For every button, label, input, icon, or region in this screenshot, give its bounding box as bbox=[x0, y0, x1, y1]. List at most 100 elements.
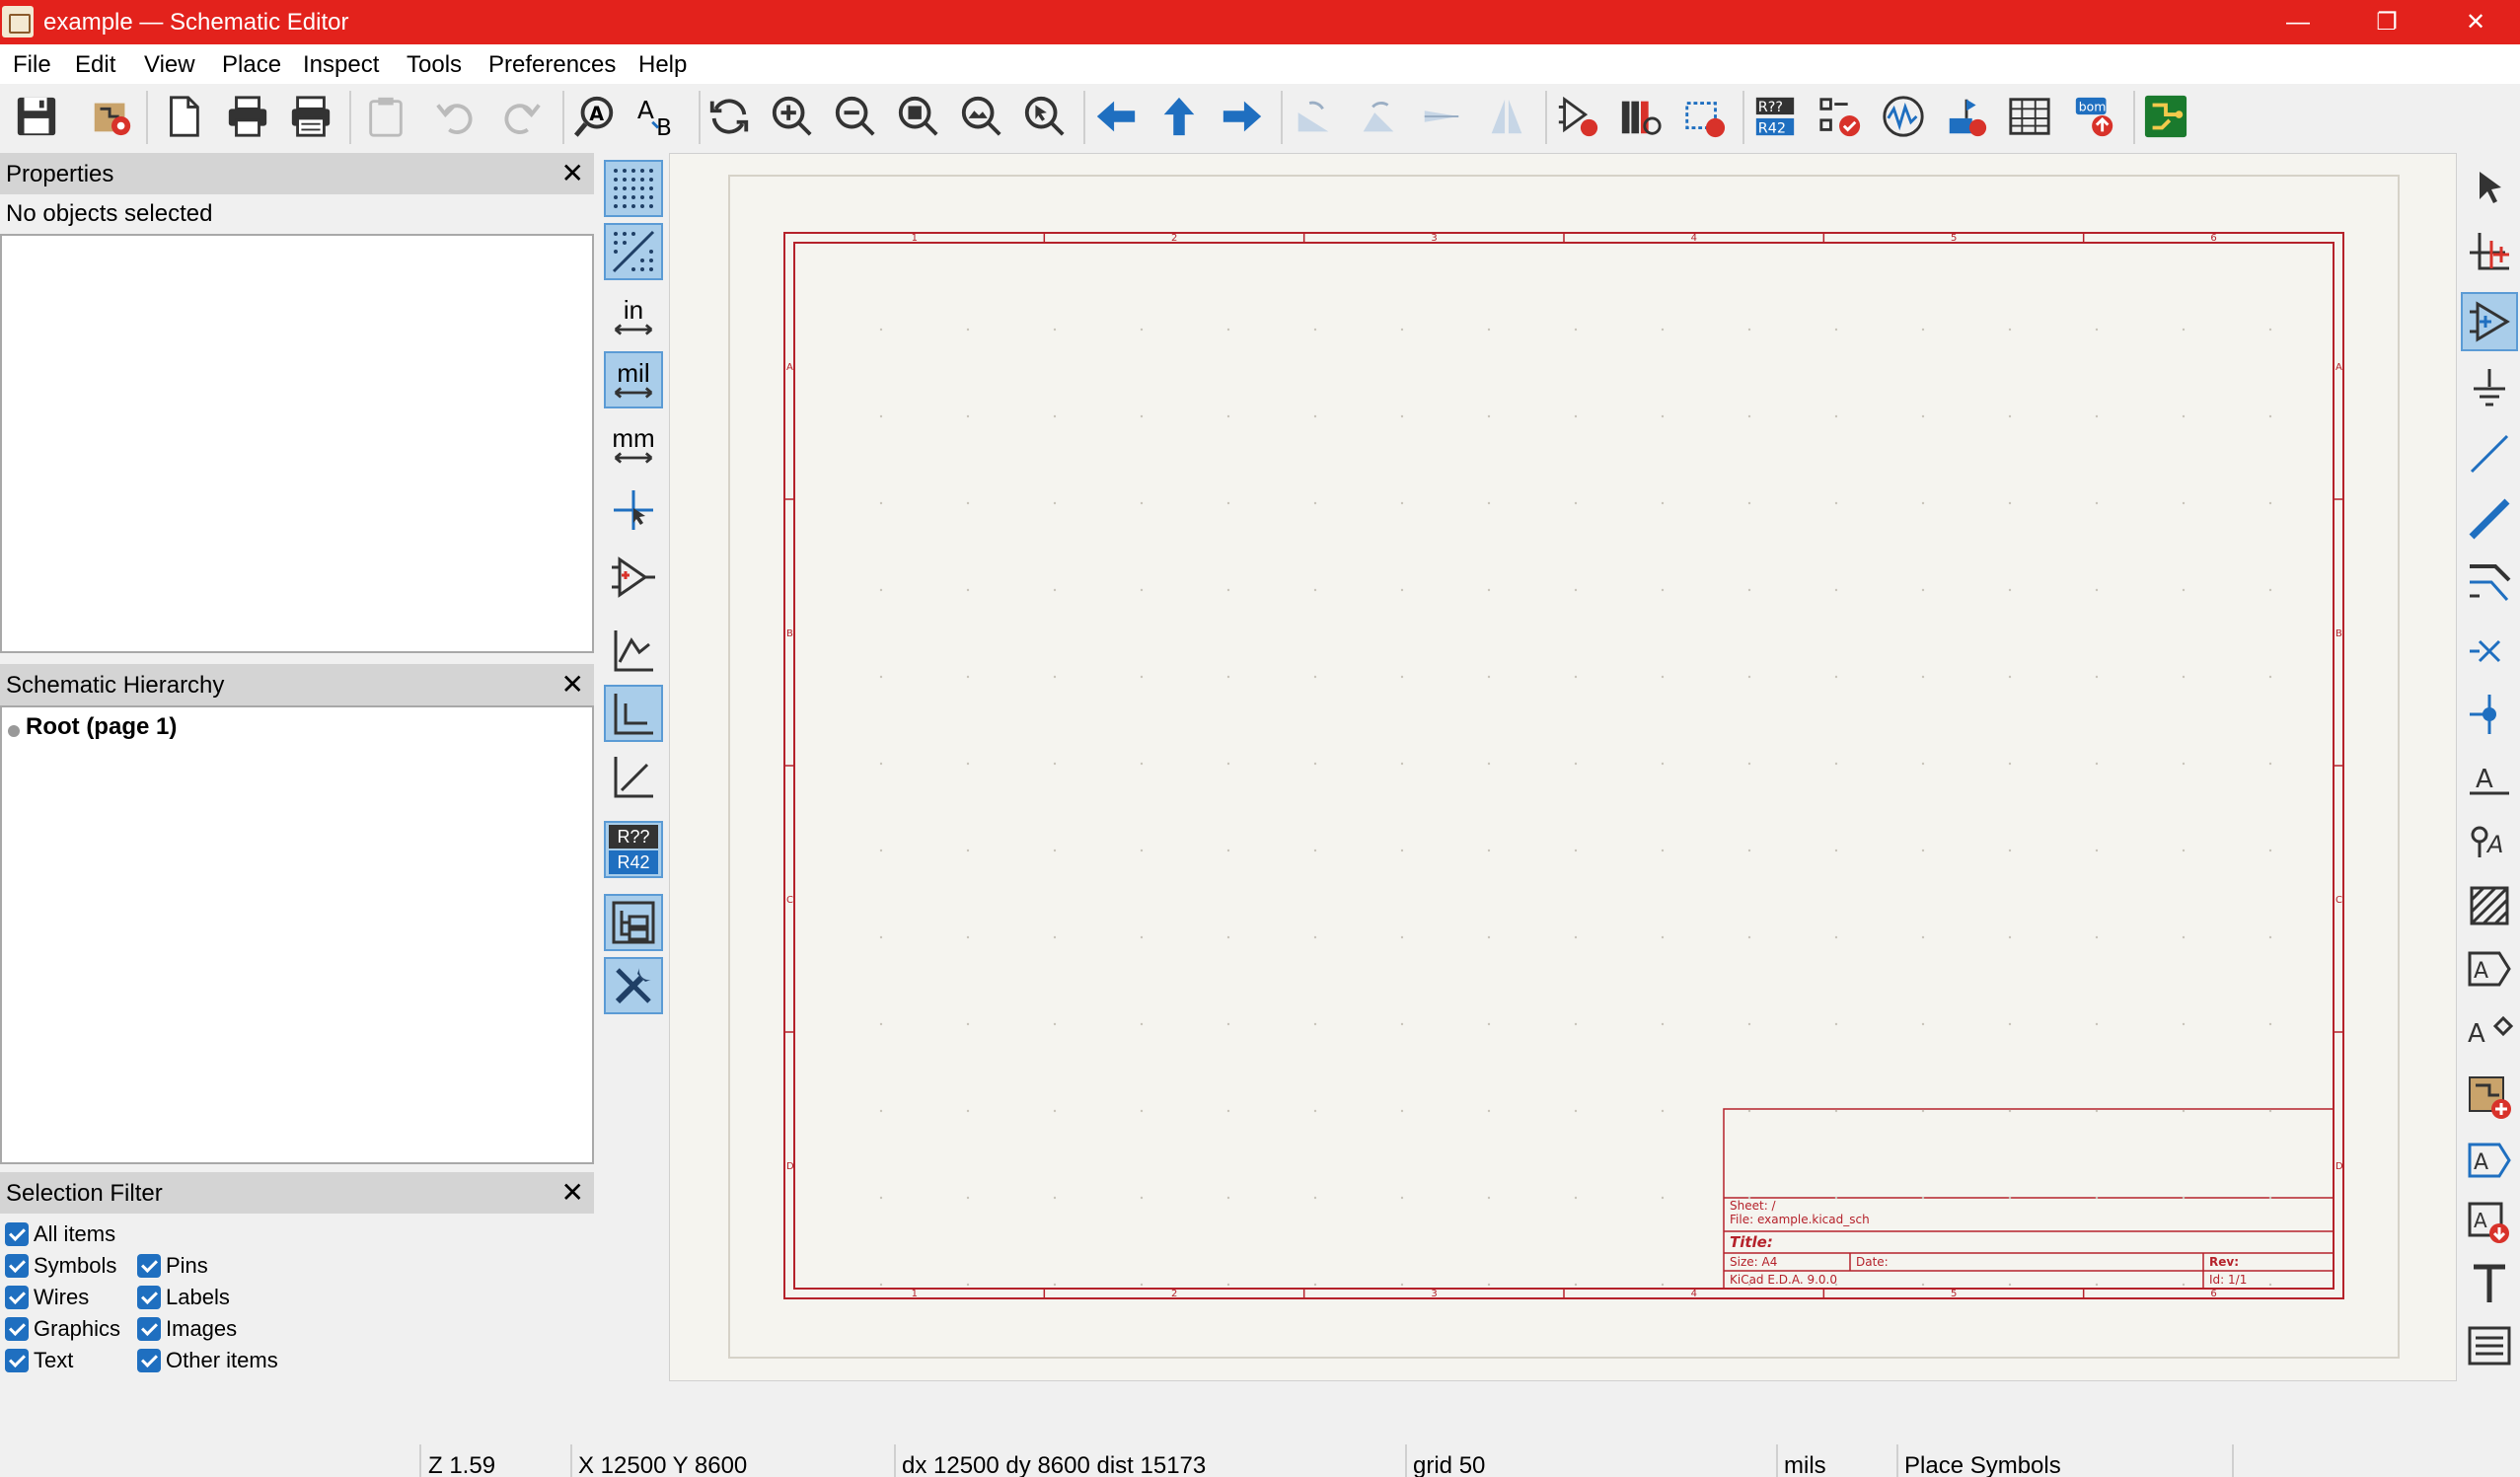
units-mm[interactable]: mm bbox=[604, 416, 663, 474]
navigate-back-icon[interactable] bbox=[1089, 87, 1143, 146]
cursor-crosshair-icon[interactable] bbox=[604, 481, 663, 539]
checkbox-checked-icon[interactable] bbox=[5, 1286, 29, 1309]
paste-icon[interactable] bbox=[359, 87, 412, 146]
grid-dots-icon[interactable] bbox=[604, 160, 663, 217]
class-directive-icon[interactable]: A bbox=[2461, 813, 2518, 872]
menu-tools[interactable]: Tools bbox=[407, 51, 462, 79]
sheet-pin-icon[interactable]: A bbox=[2461, 1194, 2518, 1253]
checkbox-checked-icon[interactable] bbox=[5, 1254, 29, 1278]
checkbox-checked-icon[interactable] bbox=[5, 1349, 29, 1372]
units-mils[interactable]: mil bbox=[604, 351, 663, 408]
save-icon[interactable] bbox=[10, 87, 63, 146]
filter-labels[interactable]: Labels bbox=[137, 1285, 230, 1310]
bom-icon[interactable]: bom bbox=[2068, 87, 2121, 146]
hierarchy-navigator-icon[interactable] bbox=[604, 894, 663, 951]
symbol-editor-icon[interactable] bbox=[1551, 87, 1604, 146]
checkbox-checked-icon[interactable] bbox=[137, 1349, 161, 1372]
menu-file[interactable]: File bbox=[13, 51, 51, 79]
rotate-cw-icon[interactable] bbox=[1352, 87, 1405, 146]
zoom-in-icon[interactable] bbox=[766, 87, 819, 146]
show-hidden-pins-icon[interactable] bbox=[604, 549, 663, 606]
redo-icon[interactable] bbox=[495, 87, 549, 146]
units-inches[interactable]: in bbox=[604, 288, 663, 345]
footprint-assign-icon[interactable] bbox=[1677, 87, 1731, 146]
filter-symbols[interactable]: Symbols bbox=[5, 1253, 116, 1279]
properties-manager-icon[interactable] bbox=[604, 957, 663, 1014]
add-text-icon[interactable] bbox=[2461, 1253, 2518, 1312]
checkbox-checked-icon[interactable] bbox=[137, 1286, 161, 1309]
filter-text[interactable]: Text bbox=[5, 1348, 73, 1373]
schematic-setup-icon[interactable] bbox=[85, 87, 138, 146]
annotate-tool[interactable]: R?? R42 bbox=[604, 821, 663, 878]
line-mode-free-icon[interactable] bbox=[604, 622, 663, 679]
zoom-objects-icon[interactable] bbox=[955, 87, 1008, 146]
rule-area-icon[interactable] bbox=[2461, 876, 2518, 935]
close-hierarchy-icon[interactable]: ✕ bbox=[561, 668, 584, 701]
properties-grid[interactable] bbox=[0, 234, 594, 653]
annotate-icon[interactable]: R?? R42 bbox=[1748, 87, 1802, 146]
filter-wires[interactable]: Wires bbox=[5, 1285, 89, 1310]
checkbox-checked-icon[interactable] bbox=[137, 1317, 161, 1341]
close-selection-filter-icon[interactable]: ✕ bbox=[561, 1176, 584, 1209]
menu-place[interactable]: Place bbox=[222, 51, 281, 79]
restore-button[interactable]: ❐ bbox=[2342, 0, 2431, 44]
schematic-canvas[interactable]: 1 1 2 2 3 3 4 4 5 5 6 6 A A B B C C D D Sheet: / File: exa… bbox=[669, 153, 2457, 1381]
select-icon[interactable] bbox=[2461, 160, 2518, 219]
undo-icon[interactable] bbox=[428, 87, 482, 146]
add-wire-icon[interactable] bbox=[2461, 424, 2518, 483]
refresh-icon[interactable] bbox=[703, 87, 756, 146]
find-icon[interactable]: A bbox=[568, 87, 622, 146]
import-sheet-pin-icon[interactable]: A bbox=[2461, 1131, 2518, 1190]
bus-entry-icon[interactable] bbox=[2461, 553, 2518, 612]
mirror-h-icon[interactable] bbox=[1480, 87, 1533, 146]
add-power-icon[interactable] bbox=[2461, 359, 2518, 418]
menu-preferences[interactable]: Preferences bbox=[488, 51, 616, 79]
checkbox-checked-icon[interactable] bbox=[5, 1317, 29, 1341]
add-sheet-icon[interactable] bbox=[2461, 1068, 2518, 1127]
filter-other-items[interactable]: Other items bbox=[137, 1348, 278, 1373]
add-bus-icon[interactable] bbox=[2461, 489, 2518, 549]
close-properties-icon[interactable]: ✕ bbox=[561, 157, 584, 189]
highlight-net-icon[interactable] bbox=[2461, 223, 2518, 282]
minimize-button[interactable]: — bbox=[2254, 0, 2342, 44]
zoom-selection-icon[interactable] bbox=[1018, 87, 1072, 146]
checkbox-checked-icon[interactable] bbox=[5, 1222, 29, 1246]
junction-icon[interactable] bbox=[2461, 685, 2518, 744]
add-symbol-icon[interactable] bbox=[2461, 292, 2518, 351]
menu-view[interactable]: View bbox=[144, 51, 195, 79]
page-settings-icon[interactable] bbox=[156, 87, 209, 146]
menu-help[interactable]: Help bbox=[638, 51, 687, 79]
pcb-editor-icon[interactable] bbox=[2139, 87, 2192, 146]
no-connect-icon[interactable] bbox=[2461, 622, 2518, 681]
find-replace-icon[interactable]: AB bbox=[631, 87, 685, 146]
rotate-ccw-icon[interactable] bbox=[1287, 87, 1340, 146]
simulator-icon[interactable] bbox=[1877, 87, 1930, 146]
checkbox-checked-icon[interactable] bbox=[137, 1254, 161, 1278]
line-mode-90-icon[interactable] bbox=[604, 685, 663, 742]
erc-icon[interactable] bbox=[1814, 87, 1867, 146]
close-window-button[interactable]: ✕ bbox=[2431, 0, 2520, 44]
net-label-icon[interactable]: A bbox=[2461, 750, 2518, 809]
filter-graphics[interactable]: Graphics bbox=[5, 1316, 120, 1342]
menu-inspect[interactable]: Inspect bbox=[303, 51, 379, 79]
print-icon[interactable] bbox=[221, 87, 274, 146]
zoom-fit-icon[interactable] bbox=[892, 87, 945, 146]
plot-icon[interactable] bbox=[284, 87, 337, 146]
line-mode-45-icon[interactable] bbox=[604, 748, 663, 805]
symbol-library-icon[interactable] bbox=[1614, 87, 1668, 146]
mirror-v-icon[interactable] bbox=[1415, 87, 1468, 146]
filter-images[interactable]: Images bbox=[137, 1316, 237, 1342]
menu-edit[interactable]: Edit bbox=[75, 51, 115, 79]
grid-overrides-icon[interactable] bbox=[604, 223, 663, 280]
global-label-icon[interactable]: A bbox=[2461, 939, 2518, 998]
add-textbox-icon[interactable] bbox=[2461, 1316, 2518, 1375]
hierarchy-root-item[interactable]: Root (page 1) bbox=[26, 713, 177, 741]
zoom-out-icon[interactable] bbox=[829, 87, 882, 146]
filter-pins[interactable]: Pins bbox=[137, 1253, 208, 1279]
navigate-up-icon[interactable] bbox=[1152, 87, 1206, 146]
hierarchical-label-icon[interactable]: A bbox=[2461, 1002, 2518, 1062]
netlist-icon[interactable] bbox=[1940, 87, 1993, 146]
symbol-fields-table-icon[interactable] bbox=[2003, 87, 2056, 146]
filter-all-items[interactable]: All items bbox=[5, 1221, 115, 1247]
navigate-forward-icon[interactable] bbox=[1216, 87, 1269, 146]
